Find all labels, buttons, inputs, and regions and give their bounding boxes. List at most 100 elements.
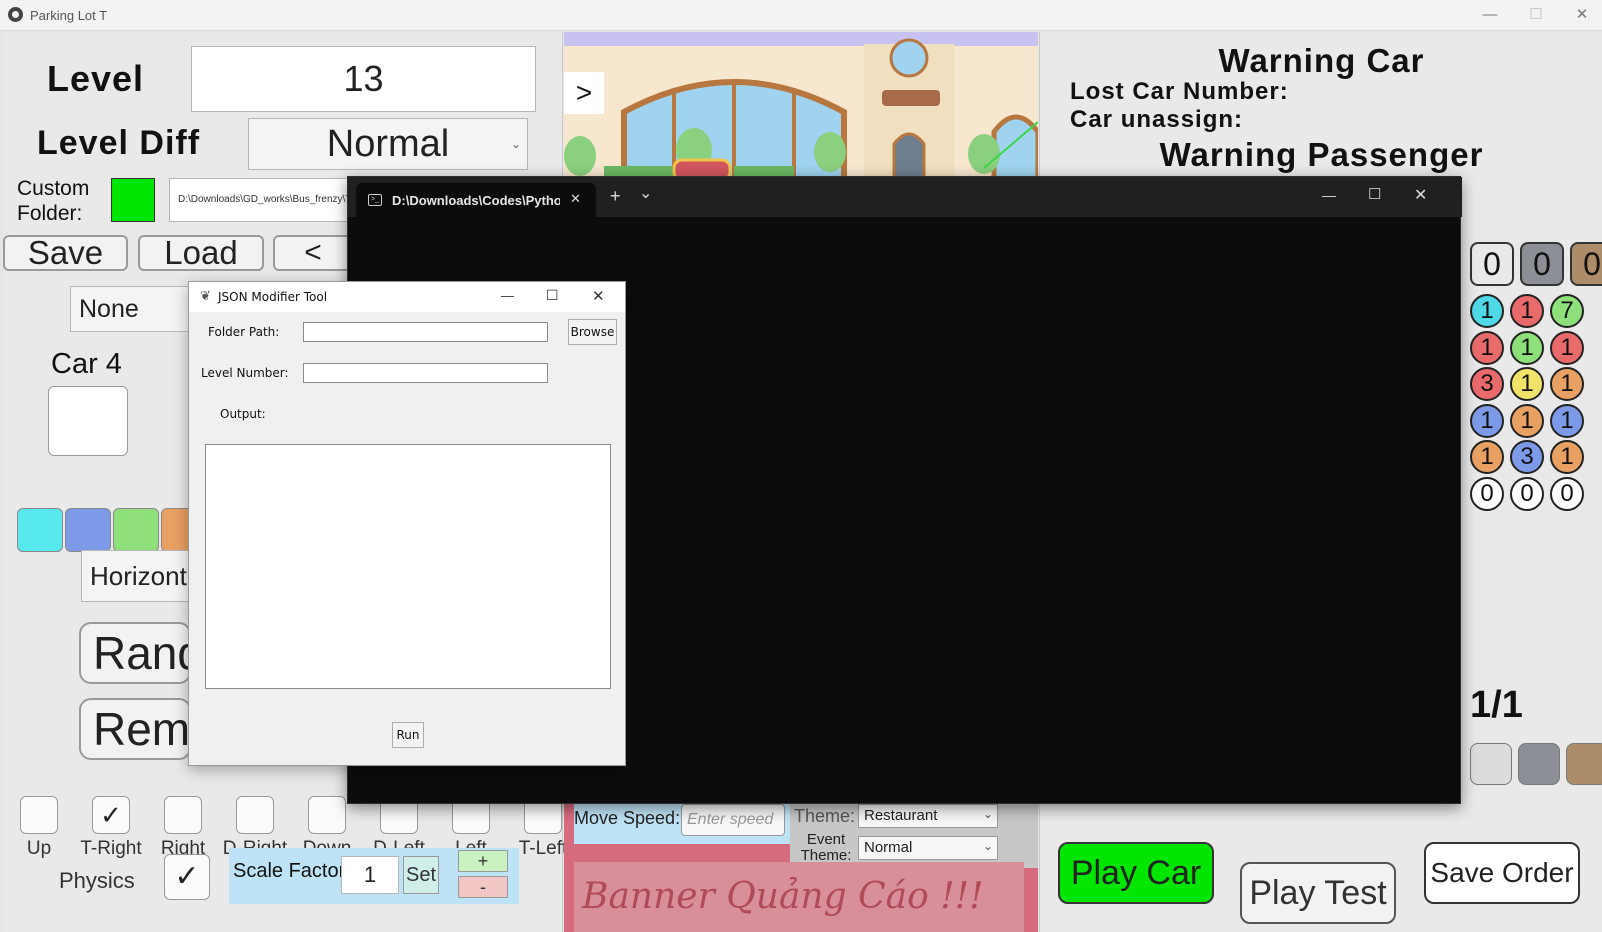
maximize-icon[interactable]: ☐ [1368, 185, 1381, 203]
chevron-down-icon: ⌄ [510, 137, 521, 151]
terminal-tabbar: >_ D:\Downloads\Codes\Python\ ✕ + ⌄ — ☐ … [348, 177, 1462, 217]
close-icon[interactable]: ✕ [592, 287, 605, 305]
passenger-badge: 7 [1550, 294, 1584, 328]
set-button[interactable]: Set [403, 856, 439, 894]
color-swatch[interactable] [1566, 743, 1602, 785]
output-label: Output: [220, 407, 266, 421]
warning-car-title: Warning Car [1218, 42, 1425, 79]
move-speed-panel: Move Speed: Enter speed [574, 800, 790, 844]
level-input[interactable]: 13 [191, 46, 536, 112]
save-button[interactable]: Save [3, 235, 128, 271]
passenger-badge: 1 [1510, 294, 1544, 328]
new-tab-icon[interactable]: + [610, 186, 621, 207]
color-swatch[interactable] [1518, 743, 1560, 785]
count-badge: 0 [1470, 242, 1514, 286]
play-car-button[interactable]: Play Car [1058, 842, 1214, 904]
load-button[interactable]: Load [138, 235, 264, 271]
checkmark-icon: ✓ [174, 860, 200, 893]
restaurant-scene-image [564, 32, 1038, 180]
passenger-badge: 1 [1550, 403, 1584, 438]
color-swatch[interactable] [1470, 743, 1512, 785]
main-titlebar: Parking Lot T — ☐ ✕ [0, 0, 1602, 31]
event-theme-select[interactable]: Normal ⌄ [858, 836, 998, 860]
level-diff-select[interactable]: Normal ⌄ [248, 118, 528, 170]
event-theme-label: Event Theme: [800, 831, 852, 864]
minimize-icon[interactable]: — [1322, 187, 1336, 203]
color-swatch[interactable] [65, 508, 111, 552]
passenger-badge: 0 [1550, 476, 1584, 511]
checkmark-icon: ✓ [100, 800, 122, 830]
app-icon [8, 7, 23, 22]
json-modifier-window[interactable]: ❦ JSON Modifier Tool — ☐ ✕ Folder Path: … [188, 281, 626, 766]
level-label: Level [47, 58, 145, 99]
passenger-badge: 1 [1550, 330, 1584, 365]
color-swatch-row [17, 508, 207, 554]
bottom-swatch-row [1470, 743, 1602, 785]
play-test-button[interactable]: Play Test [1240, 862, 1396, 924]
minus-button[interactable]: - [458, 876, 508, 898]
scale-factor-input[interactable]: 1 [341, 856, 399, 894]
theme-select[interactable]: Restaurant ⌄ [858, 804, 998, 828]
prev-button[interactable]: < [273, 235, 353, 271]
random-button[interactable]: Random [79, 622, 191, 684]
close-icon[interactable]: ✕ [1414, 185, 1427, 205]
warning-passenger-title: Warning Passenger [1159, 136, 1484, 173]
terminal-tab-title: D:\Downloads\Codes\Python\ [392, 193, 560, 208]
direction-label: Up [26, 838, 52, 859]
plus-button[interactable]: + [458, 850, 508, 872]
direction-checkbox[interactable] [308, 796, 346, 834]
page-indicator: 1/1 [1470, 684, 1523, 726]
terminal-icon: >_ [368, 194, 382, 206]
level-diff-label: Level Diff [37, 124, 201, 162]
terminal-tab[interactable]: >_ D:\Downloads\Codes\Python\ ✕ [356, 183, 596, 217]
level-number-input[interactable] [303, 363, 548, 383]
json-tool-title: JSON Modifier Tool [218, 290, 328, 304]
passenger-badge: 1 [1510, 330, 1544, 365]
move-speed-input[interactable]: Enter speed [681, 804, 785, 836]
maximize-icon[interactable]: ☐ [546, 287, 559, 304]
browse-button[interactable]: Browse [568, 319, 617, 345]
remove-button[interactable]: Remove [79, 698, 191, 760]
orientation-select[interactable]: Horizontal [81, 550, 191, 602]
close-tab-icon[interactable]: ✕ [570, 191, 581, 207]
direction-checkbox[interactable]: ✓ [92, 796, 130, 834]
next-button[interactable]: > [564, 72, 604, 114]
direction-checkbox[interactable] [236, 796, 274, 834]
passenger-badge: 1 [1470, 330, 1504, 365]
game-preview[interactable]: > [564, 32, 1038, 180]
car-preview [48, 386, 128, 456]
maximize-icon[interactable]: ☐ [1516, 4, 1556, 26]
passenger-count-row: 000 [1470, 242, 1602, 286]
count-badge: 0 [1520, 242, 1564, 286]
folder-status-indicator [111, 178, 155, 222]
banner-ad: Banner Quảng Cáo !!! [574, 862, 1024, 932]
passenger-badge: 1 [1510, 403, 1544, 438]
physics-checkbox[interactable]: ✓ [164, 854, 210, 900]
folder-path-label: Folder Path: [208, 325, 280, 339]
save-order-button[interactable]: Save Order [1424, 842, 1580, 904]
json-tool-titlebar: ❦ JSON Modifier Tool — ☐ ✕ [189, 282, 625, 312]
color-swatch[interactable] [113, 508, 159, 552]
direction-checkbox[interactable] [20, 796, 58, 834]
folder-path-input[interactable] [303, 322, 548, 342]
level-number-label: Level Number: [201, 366, 289, 380]
theme-panel: Theme: Restaurant ⌄ Event Theme: Normal … [790, 800, 1038, 868]
passenger-badge: 1 [1470, 294, 1504, 328]
custom-folder-label: Custom Folder: [17, 177, 90, 225]
theme-select-value: Restaurant [864, 807, 938, 824]
custom-folder-path[interactable]: D:\Downloads\GD_works\Bus_frenzy\T [169, 178, 349, 222]
minimize-icon[interactable]: — [501, 288, 514, 303]
chevron-down-icon: ⌄ [982, 839, 993, 853]
minimize-icon[interactable]: — [1470, 4, 1510, 26]
close-icon[interactable]: ✕ [1562, 4, 1602, 26]
passenger-badge: 3 [1470, 367, 1504, 401]
none-select[interactable]: None [70, 286, 200, 332]
car-unassign-label: Car unassign: [1070, 106, 1244, 133]
chevron-down-icon[interactable]: ⌄ [639, 183, 652, 203]
direction-checkbox[interactable] [164, 796, 202, 834]
run-button[interactable]: Run [392, 722, 424, 748]
scale-factor-panel: Scale Factor: 1 Set + - [229, 848, 519, 904]
passenger-badge: 1 [1510, 367, 1544, 401]
color-swatch[interactable] [17, 508, 63, 552]
output-textarea[interactable] [205, 444, 611, 689]
